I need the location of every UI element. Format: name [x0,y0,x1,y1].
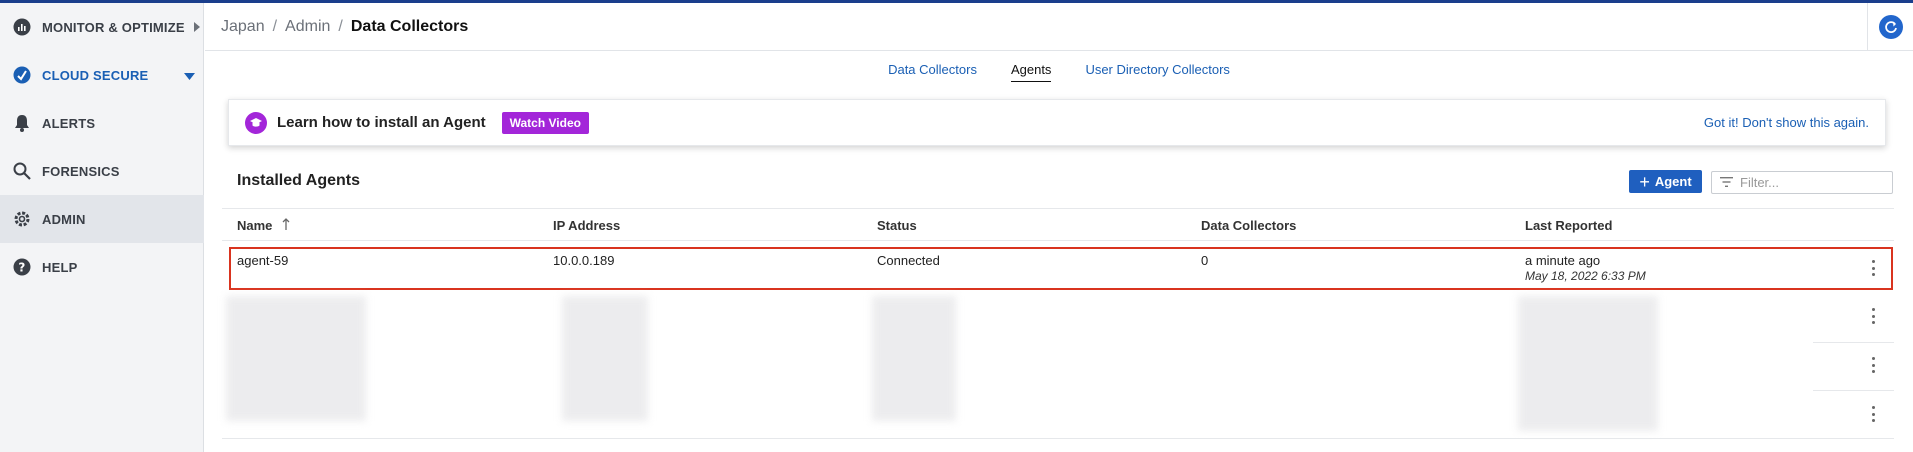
column-header-label: Name [237,218,273,233]
bell-icon [12,113,32,133]
redacted-content [872,296,956,421]
refresh-icon [1884,21,1897,33]
breadcrumb-separator: / [272,17,278,35]
data-collectors-cell: 0 [1201,253,1209,268]
breadcrumb-link-admin[interactable]: Admin [285,18,330,36]
breadcrumb-separator: / [338,17,343,35]
tab-agents[interactable]: Agents [1010,62,1052,82]
agent-name-cell[interactable]: agent-59 [237,253,288,268]
chart-icon [12,17,32,37]
filter-icon [1720,175,1733,190]
shield-icon [12,65,32,85]
sidebar-item-label: CLOUD SECURE [42,67,149,83]
sidebar-item-label: ADMIN [42,211,86,227]
sidebar-item-label: MONITOR & OPTIMIZE [42,19,185,35]
last-reported-cell: a minute ago [1525,253,1601,268]
caret-down-icon [184,68,196,83]
breadcrumb-link-japan[interactable]: Japan [221,18,265,36]
sidebar-item-alerts[interactable]: ALERTS [0,99,204,147]
search-icon [12,161,32,181]
section-title: Installed Agents [237,172,360,189]
row-actions-menu-icon[interactable] [1867,406,1879,422]
sidebar-item-cloud-secure[interactable]: CLOUD SECURE [0,51,204,99]
row-divider [1813,390,1894,391]
svg-text:?: ? [18,261,25,275]
filter-placeholder: Filter... [1740,175,1780,190]
redacted-content [226,296,366,421]
tab-user-directory-collectors[interactable]: User Directory Collectors [1085,62,1229,82]
sidebar-item-label: FORENSICS [42,163,120,179]
add-agent-label: Agent [1654,174,1692,189]
redacted-content [562,296,648,421]
table-header-divider [222,240,1894,241]
tab-data-collectors[interactable]: Data Collectors [888,62,977,82]
page-title: Data Collectors [350,17,469,35]
column-header-last-reported[interactable]: Last Reported [1525,218,1612,233]
column-header-name[interactable]: Name [237,218,290,233]
caret-right-icon [193,20,201,35]
banner-text: Learn how to install an Agent [277,114,486,131]
sidebar: MONITOR & OPTIMIZE CLOUD SECURE ALERTS F… [0,3,204,452]
row-divider [1813,342,1894,343]
sidebar-item-monitor-optimize[interactable]: MONITOR & OPTIMIZE [0,3,204,51]
refresh-area [1867,3,1913,51]
sort-ascending-icon [282,218,290,233]
sidebar-item-forensics[interactable]: FORENSICS [0,147,204,195]
add-agent-button[interactable]: + Agent [1629,170,1702,193]
status-cell: Connected [877,253,940,268]
sidebar-item-label: ALERTS [42,115,96,131]
breadcrumb: Japan / Admin / Data Collectors [205,3,1913,51]
tab-bar: Data Collectors Agents User Directory Co… [205,62,1913,82]
row-actions-menu-icon[interactable] [1867,308,1879,324]
sidebar-item-label: HELP [42,259,78,275]
refresh-button[interactable] [1878,15,1903,39]
help-icon: ? [12,257,32,277]
redacted-content [1518,296,1658,431]
column-header-status[interactable]: Status [877,218,917,233]
last-reported-timestamp: May 18, 2022 6:33 PM [1525,269,1646,283]
column-header-ip-address[interactable]: IP Address [553,218,620,233]
dismiss-banner-link[interactable]: Got it! Don't show this again. [1704,115,1869,130]
plus-icon: + [1639,171,1650,192]
ip-address-cell: 10.0.0.189 [553,253,615,268]
table-divider [222,208,1894,209]
watch-video-button[interactable]: Watch Video [501,111,589,134]
row-actions-menu-icon[interactable] [1867,357,1879,373]
sidebar-item-help[interactable]: ? HELP [0,243,204,291]
gear-icon [12,209,32,229]
sidebar-item-admin[interactable]: ADMIN [0,195,204,243]
column-header-data-collectors[interactable]: Data Collectors [1201,218,1296,233]
install-agent-banner: Learn how to install an Agent Watch Vide… [228,99,1886,146]
graduation-cap-icon [245,111,267,134]
filter-input[interactable]: Filter... [1711,171,1893,194]
table-bottom-divider [222,438,1894,439]
row-actions-menu-icon[interactable] [1867,260,1879,276]
